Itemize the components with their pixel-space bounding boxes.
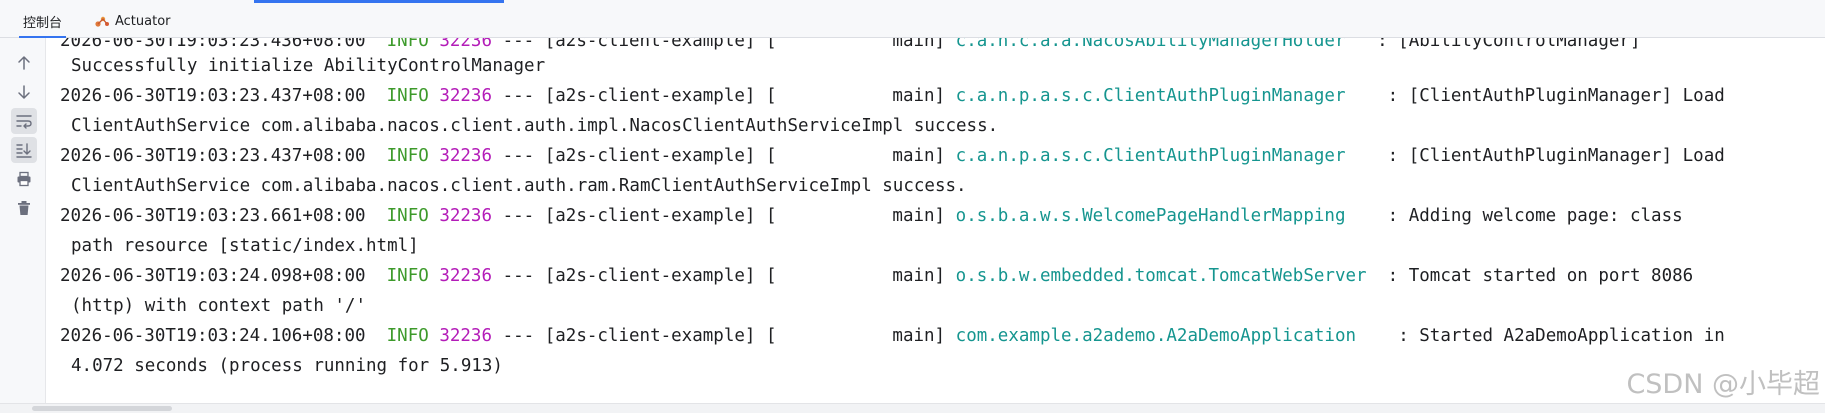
- console-toolbar: [0, 38, 46, 413]
- log-message: : [AbilityControlManager]: [1377, 38, 1641, 51]
- scroll-to-end-button[interactable]: [11, 137, 37, 163]
- log-separator: ---: [502, 146, 535, 166]
- log-logger: c.a.n.c.a.a.NacosAbilityManagerHolder: [955, 38, 1346, 51]
- log-thread: [ main]: [765, 146, 946, 166]
- tab-console-label: 控制台: [23, 15, 63, 31]
- horizontal-scrollbar-thumb[interactable]: [32, 406, 172, 411]
- log-message: : Tomcat started on port 8086: [1387, 266, 1694, 286]
- log-app-name: [a2s-client-example]: [544, 86, 756, 106]
- scroll-up-button[interactable]: [11, 50, 37, 76]
- soft-wrap-button[interactable]: [11, 108, 37, 134]
- log-pid: 32236: [439, 86, 493, 106]
- log-line: 2026-06-30T19:03:23.661+08:00 INFO 32236…: [60, 201, 1683, 231]
- log-logger: c.a.n.p.a.s.c.ClientAuthPluginManager: [955, 146, 1378, 166]
- log-pid: 32236: [439, 38, 493, 51]
- log-app-name: [a2s-client-example]: [544, 146, 756, 166]
- tab-scroll-indicator: [254, 0, 504, 3]
- scroll-down-button[interactable]: [11, 79, 37, 105]
- log-logger: o.s.b.w.embedded.tomcat.TomcatWebServer: [955, 266, 1378, 286]
- log-separator: ---: [502, 266, 535, 286]
- tab-actuator[interactable]: Actuator: [94, 9, 171, 33]
- log-line: 2026-06-30T19:03:24.098+08:00 INFO 32236…: [60, 261, 1693, 291]
- log-line-continuation: ClientAuthService com.alibaba.nacos.clie…: [71, 116, 999, 136]
- log-logger: com.example.a2ademo.A2aDemoApplication: [955, 326, 1388, 346]
- print-icon: [17, 171, 31, 187]
- clear-all-icon: [18, 201, 30, 215]
- log-app-name: [a2s-client-example]: [544, 206, 756, 226]
- log-level: INFO: [386, 326, 429, 346]
- log-line-continuation: (http) with context path '/': [71, 296, 367, 316]
- actuator-icon: [95, 16, 109, 27]
- log-timestamp: 2026-06-30T19:03:23.437+08:00: [60, 86, 366, 106]
- scroll-down-icon: [18, 85, 30, 99]
- soft-wrap-icon: [16, 115, 32, 129]
- tab-actuator-label: Actuator: [115, 13, 171, 29]
- log-level: INFO: [386, 146, 429, 166]
- log-thread: [ main]: [765, 206, 946, 226]
- log-logger: c.a.n.p.a.s.c.ClientAuthPluginManager: [955, 86, 1378, 106]
- print-button[interactable]: [11, 166, 37, 192]
- log-level: INFO: [386, 86, 429, 106]
- log-pid: 32236: [439, 146, 493, 166]
- log-level: INFO: [386, 38, 429, 51]
- log-message: : Adding welcome page: class: [1387, 206, 1683, 226]
- log-pid: 32236: [439, 266, 493, 286]
- log-line-continuation: 4.072 seconds (process running for 5.913…: [71, 356, 503, 376]
- log-timestamp: 2026-06-30T19:03:24.098+08:00: [60, 266, 366, 286]
- clear-all-button[interactable]: [11, 195, 37, 221]
- log-message: : Started A2aDemoApplication in: [1398, 326, 1725, 346]
- log-pid: 32236: [439, 326, 493, 346]
- log-separator: ---: [502, 86, 535, 106]
- log-logger: o.s.b.a.w.s.WelcomePageHandlerMapping: [955, 206, 1378, 226]
- log-message: : [ClientAuthPluginManager] Load: [1387, 86, 1725, 106]
- log-timestamp: 2026-06-30T19:03:23.661+08:00: [60, 206, 366, 226]
- log-thread: [ main]: [765, 86, 946, 106]
- log-line-continuation: path resource [static/index.html]: [71, 236, 419, 256]
- log-line-continuation: Successfully initialize AbilityControlMa…: [71, 56, 546, 76]
- scroll-to-end-icon: [16, 143, 32, 158]
- watermark: CSDN @小毕超: [1626, 369, 1820, 400]
- log-line-continuation: ClientAuthService com.alibaba.nacos.clie…: [71, 176, 967, 196]
- log-message: : [ClientAuthPluginManager] Load: [1387, 146, 1725, 166]
- log-timestamp: 2026-06-30T19:03:24.106+08:00: [60, 326, 366, 346]
- log-line: 2026-06-30T19:03:23.437+08:00 INFO 32236…: [60, 141, 1725, 171]
- log-separator: ---: [502, 38, 535, 51]
- log-level: INFO: [386, 266, 429, 286]
- log-app-name: [a2s-client-example]: [544, 266, 756, 286]
- horizontal-scrollbar[interactable]: [0, 403, 1825, 413]
- log-thread: [ main]: [765, 266, 946, 286]
- log-pid: 32236: [439, 206, 493, 226]
- log-app-name: [a2s-client-example]: [544, 38, 756, 51]
- log-app-name: [a2s-client-example]: [544, 326, 756, 346]
- tab-console[interactable]: 控制台: [18, 9, 67, 38]
- console-output[interactable]: 2026-06-30T19:03:23.436+08:00 INFO 32236…: [46, 38, 1825, 403]
- log-level: INFO: [386, 206, 429, 226]
- log-timestamp: 2026-06-30T19:03:23.437+08:00: [60, 146, 366, 166]
- log-line: 2026-06-30T19:03:23.437+08:00 INFO 32236…: [60, 81, 1725, 111]
- log-separator: ---: [502, 206, 535, 226]
- tool-window-tab-bar: 控制台 Actuator: [0, 0, 1825, 38]
- log-thread: [ main]: [765, 38, 946, 51]
- log-separator: ---: [502, 326, 535, 346]
- log-timestamp: 2026-06-30T19:03:23.436+08:00: [60, 38, 366, 51]
- log-thread: [ main]: [765, 326, 946, 346]
- scroll-up-icon: [18, 56, 30, 70]
- log-line: 2026-06-30T19:03:24.106+08:00 INFO 32236…: [60, 321, 1725, 351]
